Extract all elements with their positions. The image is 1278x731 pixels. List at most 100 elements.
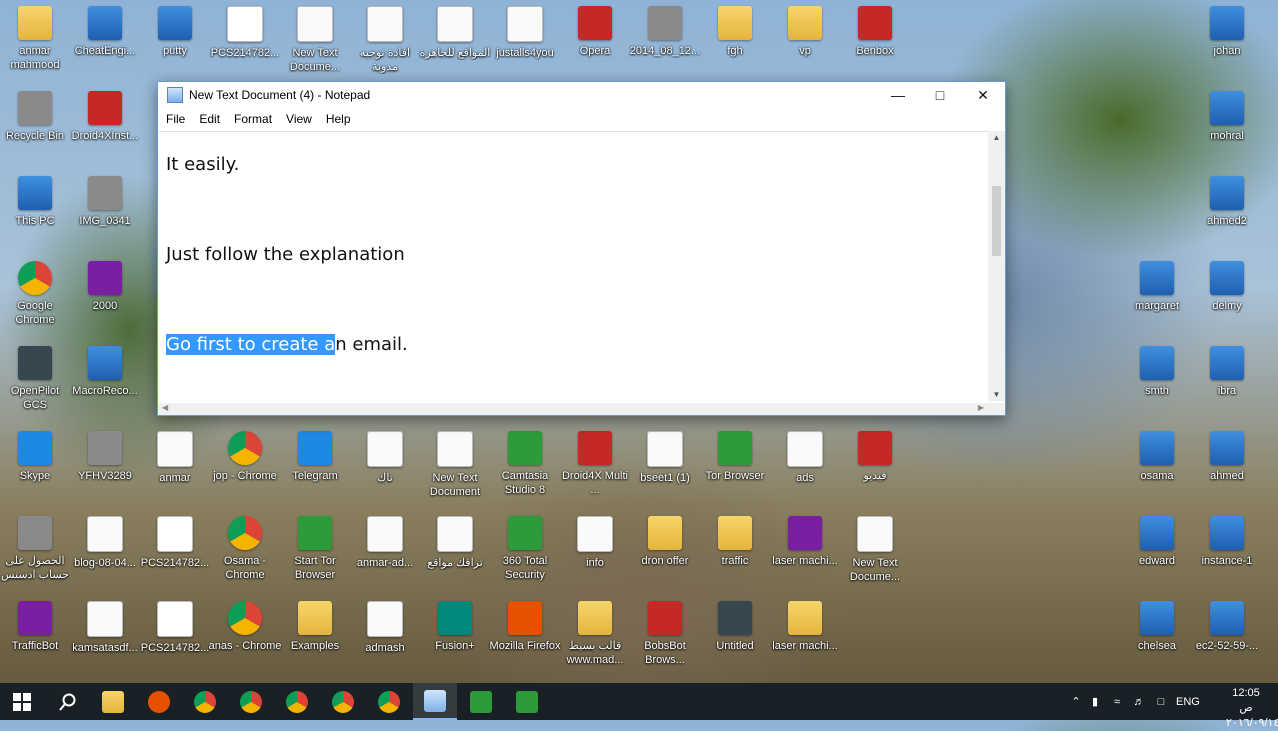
- desktop-icon[interactable]: Fusion+: [420, 595, 490, 677]
- menu-edit[interactable]: Edit: [192, 112, 227, 126]
- desktop-icon[interactable]: jop - Chrome: [210, 425, 280, 507]
- desktop-icon[interactable]: Skype: [0, 425, 70, 507]
- desktop-icon[interactable]: PDF PCS214782...: [140, 595, 210, 677]
- desktop-icon[interactable]: fgh: [700, 0, 770, 82]
- desktop-icon[interactable]: ترافك مواقع: [420, 510, 490, 592]
- scroll-thumb[interactable]: [992, 186, 1001, 256]
- desktop-icon[interactable]: الحصول على حساب ادسنس: [0, 510, 70, 592]
- chevron-up-icon[interactable]: ⌃: [1068, 695, 1084, 708]
- taskbar-file-explorer[interactable]: [91, 683, 135, 720]
- desktop-icon[interactable]: Benbox: [840, 0, 910, 82]
- scroll-left-icon[interactable]: ◀: [162, 403, 168, 412]
- desktop-icon[interactable]: IMG_0341: [70, 170, 140, 252]
- desktop-icon[interactable]: PDF PCS214782...: [140, 510, 210, 592]
- desktop-icon[interactable]: blog-08-04...: [70, 510, 140, 592]
- desktop-icon[interactable]: 360 Total Security: [490, 510, 560, 592]
- taskbar-chrome-3[interactable]: [275, 683, 319, 720]
- desktop-icon[interactable]: TrafficBot: [0, 595, 70, 677]
- desktop-icon[interactable]: افادة توجيه مدونة: [350, 0, 420, 82]
- desktop-icon[interactable]: Droid4XInst...: [70, 85, 140, 167]
- desktop-icon[interactable]: OpenPilot GCS: [0, 340, 70, 422]
- volume-icon[interactable]: ♬: [1128, 696, 1150, 708]
- wifi-icon[interactable]: ≈: [1106, 696, 1128, 708]
- scroll-right-icon[interactable]: ▶: [978, 403, 984, 412]
- desktop-icon[interactable]: Droid4X Multi ...: [560, 425, 630, 507]
- maximize-button[interactable]: □: [918, 82, 962, 108]
- taskbar-chrome-2[interactable]: [229, 683, 273, 720]
- desktop-icon[interactable]: Mozilla Firefox: [490, 595, 560, 677]
- taskbar-camtasia-1[interactable]: [459, 683, 503, 720]
- minimize-button[interactable]: —: [876, 82, 920, 108]
- desktop-icon[interactable]: ec2-52-59-...: [1192, 595, 1262, 677]
- taskbar-firefox[interactable]: [137, 683, 181, 720]
- desktop-icon[interactable]: traffic: [700, 510, 770, 592]
- battery-icon[interactable]: ▮: [1084, 695, 1106, 708]
- desktop-icon[interactable]: anmar mahmood: [0, 0, 70, 82]
- taskbar-chrome-1[interactable]: [183, 683, 227, 720]
- desktop-icon[interactable]: Start Tor Browser: [280, 510, 350, 592]
- menu-file[interactable]: File: [159, 112, 192, 126]
- desktop-icon[interactable]: bseet1 (1): [630, 425, 700, 507]
- horizontal-scrollbar[interactable]: ◀ ▶: [158, 403, 988, 415]
- menu-view[interactable]: View: [279, 112, 319, 126]
- menu-help[interactable]: Help: [319, 112, 358, 126]
- text-editor[interactable]: It easily. Just follow the explanation G…: [158, 131, 988, 404]
- menu-format[interactable]: Format: [227, 112, 279, 126]
- desktop-icon[interactable]: 2014_08_12...: [630, 0, 700, 82]
- desktop-icon[interactable]: CheatEngi...: [70, 0, 140, 82]
- scroll-up-icon[interactable]: ▲: [988, 133, 1005, 142]
- desktop-icon[interactable]: admash: [350, 595, 420, 677]
- desktop-icon[interactable]: anmar-ad...: [350, 510, 420, 592]
- desktop-icon[interactable]: Untitled: [700, 595, 770, 677]
- desktop-icon[interactable]: mohral: [1192, 85, 1262, 167]
- desktop-icon[interactable]: Camtasia Studio 8: [490, 425, 560, 507]
- taskbar-chrome-4[interactable]: [321, 683, 365, 720]
- scroll-down-icon[interactable]: ▼: [988, 390, 1005, 399]
- taskbar-camtasia-2[interactable]: [505, 683, 549, 720]
- desktop-icon[interactable]: فيديو: [840, 425, 910, 507]
- desktop-icon[interactable]: vp: [770, 0, 840, 82]
- desktop-icon[interactable]: margaret: [1122, 255, 1192, 337]
- desktop-icon[interactable]: edward: [1122, 510, 1192, 592]
- desktop-icon[interactable]: تاك: [350, 425, 420, 507]
- desktop-icon[interactable]: dron offer: [630, 510, 700, 592]
- desktop-icon[interactable]: PDF PCS214782...: [210, 0, 280, 82]
- clock[interactable]: 12:05 ص ٢٠١٦/٠٩/١٤: [1226, 686, 1278, 731]
- desktop-icon[interactable]: YFHV3289: [70, 425, 140, 507]
- notepad-titlebar[interactable]: New Text Document (4) - Notepad — □ ✕: [158, 82, 1005, 108]
- desktop-icon[interactable]: Google Chrome: [0, 255, 70, 337]
- desktop-icon[interactable]: chelsea: [1122, 595, 1192, 677]
- desktop-icon[interactable]: Opera: [560, 0, 630, 82]
- desktop-icon[interactable]: Examples: [280, 595, 350, 677]
- taskbar-chrome-5[interactable]: [367, 683, 411, 720]
- resize-grip[interactable]: [988, 403, 1005, 415]
- desktop-icon[interactable]: ahmed2: [1192, 170, 1262, 252]
- start-button[interactable]: [0, 683, 44, 720]
- desktop-icon[interactable]: osama: [1122, 425, 1192, 507]
- desktop-icon[interactable]: justalls4you: [490, 0, 560, 82]
- desktop-icon[interactable]: New Text Document: [420, 425, 490, 507]
- desktop-icon[interactable]: Osama - Chrome: [210, 510, 280, 592]
- desktop-icon[interactable]: info: [560, 510, 630, 592]
- vertical-scrollbar[interactable]: ▲ ▼: [988, 131, 1005, 401]
- desktop-icon[interactable]: Recycle Bin: [0, 85, 70, 167]
- desktop-icon[interactable]: قالب بسيط www.mad...: [560, 595, 630, 677]
- desktop-icon[interactable]: 2000: [70, 255, 140, 337]
- desktop-icon[interactable]: New Text Docume...: [280, 0, 350, 82]
- close-button[interactable]: ✕: [961, 82, 1005, 108]
- desktop-icon[interactable]: ibra: [1192, 340, 1262, 422]
- desktop-icon[interactable]: johan: [1192, 0, 1262, 82]
- search-button[interactable]: [46, 683, 90, 720]
- desktop-icon[interactable]: This PC: [0, 170, 70, 252]
- desktop-icon[interactable]: delmy: [1192, 255, 1262, 337]
- desktop-icon[interactable]: smth: [1122, 340, 1192, 422]
- desktop-icon[interactable]: BobsBot Brows...: [630, 595, 700, 677]
- notification-icon[interactable]: □: [1150, 696, 1172, 708]
- desktop-icon[interactable]: ahmed: [1192, 425, 1262, 507]
- desktop-icon[interactable]: laser machi...: [770, 510, 840, 592]
- desktop-icon[interactable]: المواقع للجاهزة: [420, 0, 490, 82]
- desktop-icon[interactable]: laser machi...: [770, 595, 840, 677]
- desktop-icon[interactable]: putty: [140, 0, 210, 82]
- desktop-icon[interactable]: anas - Chrome: [209, 595, 281, 677]
- desktop-icon[interactable]: kamsatasdf...: [70, 595, 140, 677]
